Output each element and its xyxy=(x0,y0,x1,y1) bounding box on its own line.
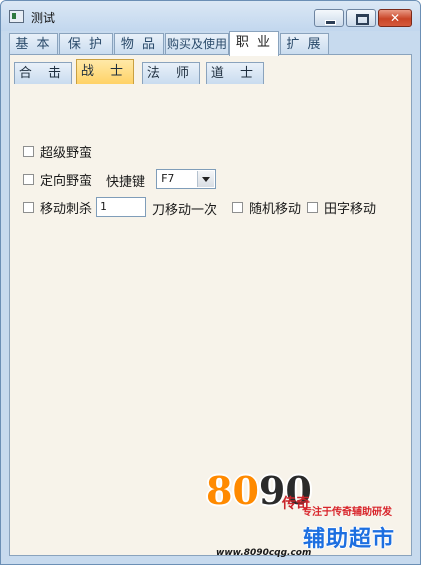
logo-8090-part1: 80 xyxy=(206,468,259,513)
window-title: 测试 xyxy=(31,11,56,25)
subtab-mage[interactable]: 法 师 xyxy=(142,62,200,84)
close-icon xyxy=(379,10,411,26)
close-button[interactable] xyxy=(378,9,412,27)
move-stab-suffix: 刀移动一次 xyxy=(152,203,218,218)
move-stab-count-input[interactable]: 1 xyxy=(96,197,146,217)
maximize-button[interactable] xyxy=(346,9,376,27)
move-stab-label: 移动刺杀 xyxy=(40,201,93,217)
subtab-taoist[interactable]: 道 士 xyxy=(206,62,264,84)
watermark-logo: 8090 传奇 专注于传奇辅助研发 辅助超市 www.8090cqg.com xyxy=(206,468,406,559)
app-window: 测试 基 本 保 护 物 品 购买及使用 职 业 扩 展 合 击 战 士 法 师… xyxy=(0,0,421,565)
maximize-icon xyxy=(347,10,375,26)
minimize-button[interactable] xyxy=(314,9,344,27)
minimize-icon xyxy=(315,10,343,26)
move-stab-checkbox[interactable] xyxy=(23,201,34,213)
random-move-label: 随机移动 xyxy=(249,201,302,217)
tab-extend[interactable]: 扩 展 xyxy=(280,33,329,55)
subtab-combo[interactable]: 合 击 xyxy=(14,62,72,84)
tian-move-label: 田字移动 xyxy=(324,201,377,217)
tab-profession[interactable]: 职 业 xyxy=(229,31,279,56)
hotkey-value: F7 xyxy=(161,172,175,185)
super-barbarian-checkbox[interactable] xyxy=(23,145,34,157)
subtab-warrior[interactable]: 战 士 xyxy=(76,59,134,84)
title-bar[interactable]: 测试 xyxy=(1,1,420,31)
random-move-row: 随机移动 xyxy=(232,197,301,217)
hotkey-select[interactable]: F7 xyxy=(156,169,216,189)
hotkey-label: 快捷键 xyxy=(106,175,146,190)
tian-move-checkbox[interactable] xyxy=(307,201,318,213)
watermark-url: www.8090cqg.com xyxy=(216,548,312,558)
targeted-barbarian-row: 定向野蛮 xyxy=(23,169,92,189)
move-stab-count-value: 1 xyxy=(100,200,107,213)
super-barbarian-row: 超级野蛮 xyxy=(23,141,92,161)
tian-move-row: 田字移动 xyxy=(307,197,376,217)
main-tab-strip: 基 本 保 护 物 品 购买及使用 职 业 扩 展 xyxy=(9,31,412,56)
targeted-barbarian-checkbox[interactable] xyxy=(23,173,34,185)
tab-items[interactable]: 物 品 xyxy=(114,33,164,55)
tab-protection[interactable]: 保 护 xyxy=(59,33,113,55)
move-stab-row: 移动刺杀 xyxy=(23,197,92,217)
targeted-barbarian-label: 定向野蛮 xyxy=(40,173,93,189)
tab-buy-use[interactable]: 购买及使用 xyxy=(165,33,229,55)
chevron-down-icon[interactable] xyxy=(197,171,214,187)
watermark-slogan: 专注于传奇辅助研发 xyxy=(302,507,392,518)
super-barbarian-label: 超级野蛮 xyxy=(40,145,93,161)
watermark-brand: 辅助超市 xyxy=(303,527,396,552)
tab-basic[interactable]: 基 本 xyxy=(9,33,58,55)
random-move-checkbox[interactable] xyxy=(232,201,243,213)
app-icon xyxy=(9,10,24,23)
